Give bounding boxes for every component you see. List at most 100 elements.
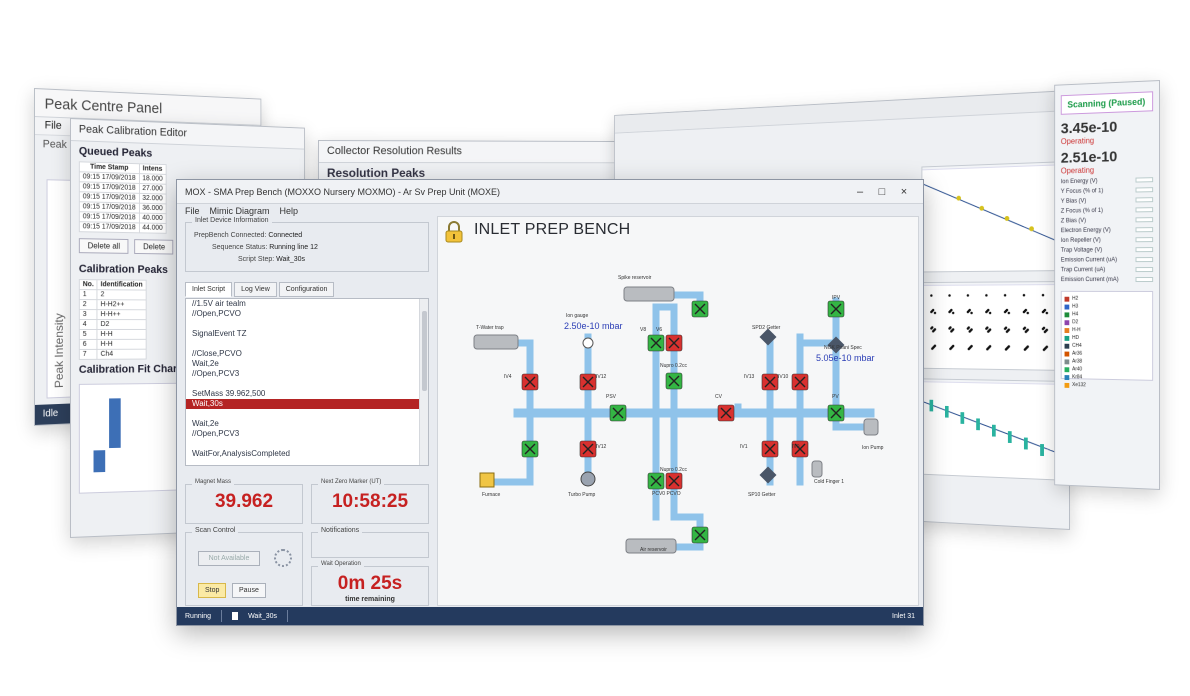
teal-marker	[1023, 437, 1028, 450]
script-listbox[interactable]: //1.5V air tealm//Open,PCVO SignalEvent T…	[185, 298, 429, 466]
table-row[interactable]: 12	[79, 289, 147, 300]
parameter-field[interactable]	[1135, 217, 1154, 223]
valve-iv12[interactable]	[579, 440, 597, 458]
table-row[interactable]: 7 Ch4	[79, 349, 147, 360]
furnace-icon[interactable]	[479, 472, 495, 488]
maximize-icon[interactable]: □	[871, 186, 893, 198]
parameter-label: Ion Energy (V)	[1060, 178, 1098, 186]
valve-nupro[interactable]	[665, 372, 683, 390]
script-line[interactable]: SetMass 39.962,500	[186, 389, 428, 399]
script-line[interactable]: Wait,2e	[186, 419, 428, 429]
valve-iv10[interactable]	[791, 373, 809, 391]
script-line[interactable]: //Open,PCV3	[186, 429, 428, 439]
valve-iv1[interactable]	[761, 440, 779, 458]
script-line[interactable]: Wait,2e	[186, 359, 428, 369]
script-line[interactable]	[186, 339, 428, 349]
tab-log-view[interactable]: Log View	[234, 282, 277, 297]
parameter-field[interactable]	[1135, 227, 1154, 233]
parameter-row: Emission Current (mA)	[1055, 275, 1159, 285]
valve-iv1-label: IV1	[740, 444, 748, 450]
valve-pv-label: PV	[832, 394, 839, 400]
valve-psv[interactable]	[609, 404, 627, 422]
pause-button[interactable]: Pause	[232, 583, 266, 598]
valve-pcv0[interactable]	[647, 472, 665, 490]
parameter-field[interactable]	[1135, 207, 1154, 213]
stop-button[interactable]: Stop	[198, 583, 227, 598]
teal-marker	[960, 412, 965, 424]
plot-panel-mid	[921, 281, 1062, 371]
spike-reservoir[interactable]	[623, 286, 675, 302]
valve-iv4[interactable]	[521, 373, 539, 391]
queued-peaks-table[interactable]: Time Stamp Intens 09:15 17/09/2018 18.000 0…	[78, 161, 167, 234]
table-cell: D2	[97, 319, 147, 330]
spd-getter-icon[interactable]	[759, 328, 777, 346]
zero-marker-label: Next Zero Marker (UT)	[318, 479, 385, 485]
valve-pv[interactable]	[827, 404, 845, 422]
scatter-point	[931, 308, 935, 312]
valve-v8[interactable]	[647, 334, 665, 352]
t-water-trap-label: T-Water trap	[476, 325, 504, 331]
not-available-button[interactable]: Not Available	[198, 551, 260, 566]
script-line[interactable]	[186, 319, 428, 329]
script-line[interactable]: WaitFor,AnalysisCompleted	[186, 449, 428, 459]
script-line[interactable]: //Open,PCVO	[186, 309, 428, 319]
table-row[interactable]: 3 H-H++	[79, 309, 147, 320]
legend-label: CH4	[1072, 342, 1082, 349]
parameter-field[interactable]	[1135, 197, 1154, 203]
t-water-trap[interactable]	[473, 334, 519, 350]
magnet-mass-readout: Magnet Mass 39.962	[185, 479, 303, 524]
delete-all-button[interactable]: Delete all	[78, 238, 129, 254]
valve-iv12-top[interactable]	[579, 373, 597, 391]
close-icon[interactable]: ×	[893, 186, 915, 198]
table-row[interactable]: 6 H-H	[79, 339, 147, 350]
cold-finger[interactable]	[811, 460, 823, 478]
tab-configuration[interactable]: Configuration	[278, 282, 335, 297]
menu-help[interactable]: Help	[280, 206, 299, 218]
delete-button[interactable]: Delete	[134, 239, 174, 255]
table-header[interactable]: No.	[79, 279, 98, 290]
table-cell: 36.000	[138, 203, 167, 214]
parameter-field[interactable]	[1135, 177, 1154, 183]
scatter-point	[951, 344, 955, 348]
turbo-pump-icon[interactable]	[580, 471, 596, 487]
valve-air-reservoir[interactable]	[691, 526, 709, 544]
script-line[interactable]	[186, 379, 428, 389]
minimize-icon[interactable]: –	[849, 186, 871, 198]
scatter-point	[970, 328, 973, 331]
valve-spike[interactable]	[691, 300, 709, 318]
valve-furnace[interactable]	[521, 440, 539, 458]
script-scrollbar[interactable]	[419, 299, 428, 465]
inlet-mimic-diagram: INLET PREP BENCH Spike reservoir T-Water…	[437, 216, 919, 606]
fit-bar	[93, 450, 106, 473]
script-line[interactable]: //Open,PCV3	[186, 369, 428, 379]
valve-iv13[interactable]	[761, 373, 779, 391]
valve-v6[interactable]	[665, 334, 683, 352]
parameter-field[interactable]	[1135, 267, 1154, 273]
parameter-field[interactable]	[1135, 247, 1154, 253]
calibration-peaks-table[interactable]: No. Identification 1 2 2 H-H2++ 3 H-H++ 4 D2 5 H-H…	[78, 279, 147, 360]
valve-ipv[interactable]	[827, 300, 845, 318]
script-line[interactable]	[186, 439, 428, 449]
parameter-label: Trap Voltage (V)	[1060, 247, 1103, 254]
script-line[interactable]: //Close,PCVO	[186, 349, 428, 359]
ion-pump[interactable]	[863, 418, 879, 436]
table-row[interactable]: 4 D2	[79, 319, 147, 330]
script-line[interactable]: //1.5V air tealm	[186, 299, 428, 309]
table-row[interactable]: 5 H-H	[79, 329, 147, 340]
valve-cv[interactable]	[717, 404, 735, 422]
script-line-selected[interactable]: Wait,30s	[186, 399, 428, 409]
parameter-field[interactable]	[1135, 257, 1154, 263]
legend-entry[interactable]: Xe132	[1064, 381, 1150, 391]
parameter-field[interactable]	[1135, 187, 1154, 193]
scatter-point	[970, 311, 973, 315]
table-header[interactable]: Identification	[97, 279, 147, 291]
table-row[interactable]: 2 H-H2++	[79, 299, 147, 310]
script-line[interactable]: SignalEvent TZ	[186, 329, 428, 339]
sp10-getter-icon[interactable]	[759, 466, 777, 484]
parameter-field[interactable]	[1135, 237, 1154, 243]
legend-swatch	[1064, 296, 1070, 302]
script-line[interactable]	[186, 409, 428, 419]
parameter-field[interactable]	[1135, 277, 1154, 283]
tab-inlet-script[interactable]: Inlet Script	[185, 282, 233, 297]
valve-pcvo[interactable]	[665, 472, 683, 490]
